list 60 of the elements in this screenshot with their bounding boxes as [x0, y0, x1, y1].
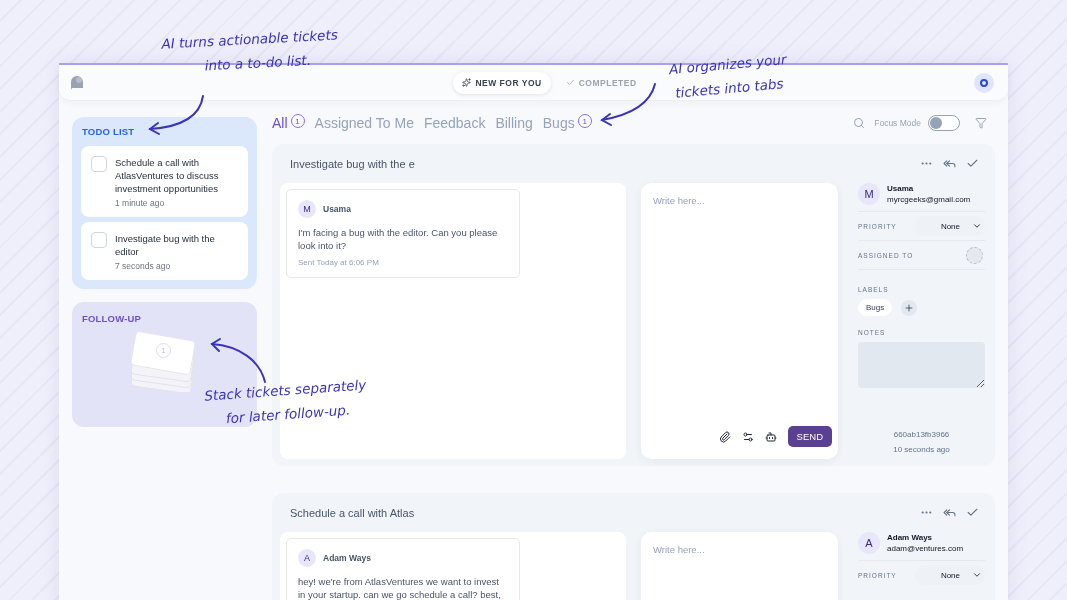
avatar-initial: A [298, 549, 316, 567]
ticket-subject: Schedule a call with Atlas [289, 506, 415, 519]
contact-name: Adam Ways [887, 533, 934, 542]
avatar-initial: M [298, 200, 316, 218]
message-author: Adam Ways [323, 553, 371, 563]
chevron-down-icon [972, 570, 982, 580]
message-text: hey! we're from AtlasVentures we want to invest in your startup. can we go schedule a call? best, [298, 575, 502, 600]
category-tab[interactable]: Bugs 1 [542, 115, 592, 131]
check-icon[interactable] [966, 506, 979, 519]
chevron-down-icon [972, 221, 982, 231]
checkbox[interactable] [91, 232, 107, 248]
assignee-placeholder[interactable] [966, 246, 983, 264]
reply-field[interactable]: Write here... [641, 532, 838, 600]
curved-arrow [148, 95, 204, 135]
category-tab[interactable]: All 1 [272, 115, 305, 131]
annotation-text: AI organizes your tickets into tabs [668, 49, 788, 103]
panel-title: FOLLOW-UP [82, 313, 143, 324]
reply-all-icon[interactable] [943, 506, 956, 519]
contact-email: myrcgeeks@gmail.com [887, 195, 971, 204]
annotation-text: AI turns actionable tickets into a to-do list. [160, 25, 340, 76]
todo-text: Schedule a call with AtlasVentures to discuss investment opportunities [115, 156, 220, 195]
notes-field[interactable] [858, 342, 985, 388]
reply-field[interactable]: Write here... SEND [641, 183, 838, 459]
contact-email: adam@ventures.com [887, 544, 964, 553]
paperclip-icon[interactable] [718, 430, 731, 443]
ticket-id: 660ab13fb3966 [892, 429, 951, 441]
bot-icon[interactable] [764, 430, 777, 443]
logo-icon [69, 75, 85, 90]
toggle-label: Focus Mode [874, 118, 921, 128]
reply-all-icon[interactable] [943, 157, 956, 170]
search-icon[interactable] [853, 117, 866, 129]
avatar-initial: M [858, 183, 880, 205]
message-text: I'm facing a bug with the editor. Can you please look into it? [298, 226, 499, 252]
message-author: Usama [323, 204, 351, 214]
filter-icon[interactable] [975, 117, 987, 129]
todo-item[interactable]: Investigate bug with the editor 7 seconds ago [81, 222, 248, 280]
todo-time: 7 seconds ago [115, 261, 172, 271]
view-tab[interactable]: NEW FOR YOU [453, 71, 551, 94]
ticket-subject: Investigate bug with the e [289, 157, 415, 170]
avatar-initial: A [858, 532, 880, 554]
check-icon[interactable] [966, 157, 979, 170]
send-button[interactable]: SEND [787, 426, 832, 447]
avatar-icon[interactable] [974, 72, 994, 93]
focus-mode-toggle[interactable] [928, 115, 960, 131]
todo-text: Investigate bug with the editor [115, 232, 216, 258]
sent-time: Sent Today at 6:06 PM [298, 258, 380, 267]
curved-arrow [210, 338, 266, 383]
ticket-time: 10 seconds ago [892, 444, 951, 456]
annotation-text: Stack tickets separately for later follow-up. [203, 375, 368, 429]
contact-name: Usama [887, 184, 915, 193]
plus-icon [904, 302, 915, 313]
checkbox[interactable] [91, 156, 107, 172]
check-icon [565, 78, 575, 87]
todo-item[interactable]: Schedule a call with AtlasVentures to discuss investment opportunities 1 minute ago [81, 146, 248, 217]
sliders-icon[interactable] [741, 430, 754, 443]
label-tag: Bugs [858, 299, 893, 316]
panel-title: TODO LIST [82, 126, 136, 137]
add-label-button[interactable] [901, 299, 918, 316]
sparkle-icon [462, 78, 472, 87]
todo-time: 1 minute ago [115, 198, 166, 208]
